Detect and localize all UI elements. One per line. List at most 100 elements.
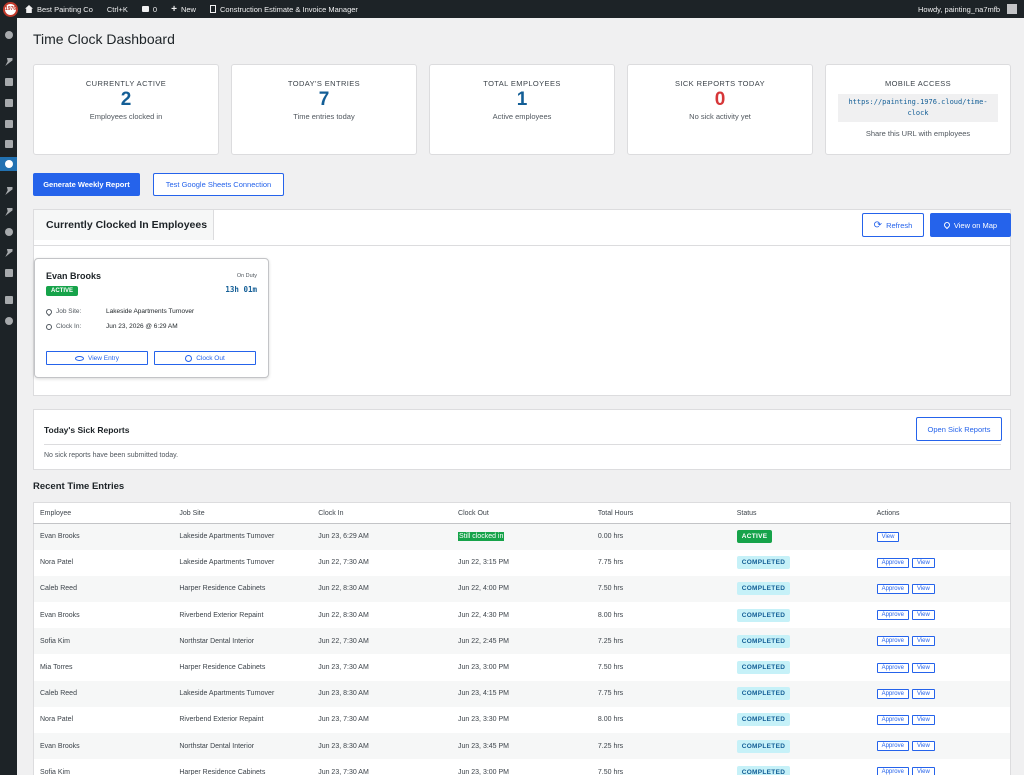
stat-value: 2 (120, 89, 132, 110)
menu-pages[interactable] (0, 96, 17, 110)
brush-icon (5, 187, 13, 195)
table-row: Evan Brooks Northstar Dental Interior Ju… (33, 733, 1011, 760)
comments-link[interactable]: 0 (135, 0, 164, 18)
pin-icon (5, 58, 13, 66)
approve-button[interactable]: Approve (876, 636, 909, 647)
view-on-map-button[interactable]: View on Map (930, 213, 1011, 237)
menu-play[interactable] (0, 314, 17, 328)
approve-button[interactable]: Approve (876, 557, 909, 568)
command-palette-link[interactable]: Ctrl+K (100, 0, 135, 18)
menu-plugins[interactable] (0, 205, 17, 219)
menu-appearance[interactable] (0, 184, 17, 198)
clock-in-value: Jun 23, 2026 @ 6:29 AM (106, 323, 178, 330)
generate-weekly-report-button[interactable]: Generate Weekly Report (33, 173, 140, 196)
view-entry-label: View Entry (88, 354, 119, 362)
menu-estimates[interactable] (0, 137, 17, 151)
account-menu[interactable]: Howdy, painting_na7mfb (911, 0, 1024, 18)
menu-tools[interactable] (0, 246, 17, 260)
plug-icon (5, 208, 13, 216)
approve-button[interactable]: Approve (876, 583, 909, 594)
approve-button[interactable]: Approve (876, 714, 909, 725)
view-button[interactable]: View (911, 636, 935, 647)
table-row: Caleb Reed Lakeside Apartments Turnover … (33, 680, 1011, 707)
stat-value: 1 (516, 89, 528, 110)
stat-subtext: Active employees (492, 112, 552, 121)
actions-cell: Approve View (870, 628, 1011, 655)
new-label: New (180, 4, 196, 14)
view-button[interactable]: View (911, 610, 935, 621)
approve-button[interactable]: Approve (876, 741, 909, 752)
menu-posts[interactable] (0, 55, 17, 69)
menu-comments[interactable] (0, 117, 17, 131)
comment-icon (141, 6, 149, 12)
view-entry-button[interactable]: View Entry (46, 351, 148, 365)
new-content-link[interactable]: + New (164, 0, 203, 18)
status-cell: COMPLETED (731, 654, 871, 680)
hours-cell: 7.75 hrs (591, 680, 731, 707)
test-google-sheets-button[interactable]: Test Google Sheets Connection (153, 173, 284, 196)
actions-cell: Approve View (870, 680, 1011, 707)
plugin-link[interactable]: Construction Estimate & Invoice Manager (203, 0, 365, 18)
open-sick-reports-button[interactable]: Open Sick Reports (916, 417, 1002, 441)
approve-button[interactable]: Approve (876, 662, 909, 673)
site-logo-icon[interactable]: 1976 (3, 1, 18, 17)
job-site-cell: Harper Residence Cabinets (179, 664, 266, 672)
clock-out-cell: Jun 22, 4:30 PM (458, 611, 510, 619)
approve-button[interactable]: Approve (876, 688, 909, 699)
view-button[interactable]: View (911, 583, 935, 594)
view-button[interactable]: View (911, 714, 935, 725)
avatar (1007, 4, 1017, 14)
status-badge: COMPLETED (736, 713, 791, 727)
approve-button[interactable]: Approve (876, 610, 909, 621)
view-button[interactable]: View (911, 662, 935, 673)
refresh-button[interactable]: ⟳ Refresh (862, 213, 924, 237)
actions-cell: Approve View (871, 707, 1011, 733)
employee-cell: Caleb Reed (33, 680, 174, 707)
menu-time-clock[interactable] (0, 157, 17, 171)
menu-media[interactable] (0, 75, 17, 89)
employee-cell: Evan Brooks (40, 611, 80, 619)
recent-entries-title: Recent Time Entries (33, 481, 125, 492)
clock-out-cell: Jun 22, 3:15 PM (458, 559, 510, 567)
clock-out-button[interactable]: Clock Out (154, 351, 256, 365)
stat-label: TOTAL EMPLOYEES (483, 79, 561, 88)
media-icon (4, 78, 13, 86)
employee-cell: Evan Brooks (33, 733, 174, 760)
admin-bar: 1976 Best Painting Co Ctrl+K 0 + New Con… (0, 0, 1024, 18)
table-row: Sofia Kim Northstar Dental Interior Jun … (33, 628, 1011, 655)
status-badge: COMPLETED (736, 739, 791, 753)
view-button[interactable]: View (911, 688, 935, 699)
stat-label: SICK REPORTS TODAY (674, 79, 765, 88)
menu-users[interactable] (0, 225, 17, 239)
sick-reports-title: Today's Sick Reports (44, 425, 130, 435)
approve-button[interactable]: Approve (876, 767, 909, 775)
settings-icon (4, 269, 13, 277)
menu-settings[interactable] (0, 266, 17, 280)
view-button[interactable]: View (911, 741, 935, 752)
menu-dashboard[interactable] (0, 28, 17, 42)
view-button[interactable]: View (911, 557, 935, 568)
column-header: Actions (870, 502, 1011, 524)
table-row: Mia Torres Harper Residence Cabinets Jun… (34, 654, 1011, 680)
clock-icon (185, 354, 193, 362)
view-button[interactable]: View (876, 531, 900, 542)
user-icon (4, 228, 13, 236)
hours-cell: 8.00 hrs (597, 611, 624, 619)
job-site-cell: Harper Residence Cabinets (179, 768, 266, 775)
hours-cell: 8.00 hrs (597, 716, 624, 724)
shortcut-label: Ctrl+K (106, 4, 128, 14)
mobile-url[interactable]: https://painting.1976.cloud/time-clock (838, 94, 998, 122)
site-name-link[interactable]: Best Painting Co (18, 0, 100, 18)
howdy-text: Howdy, painting_na7mfb (918, 4, 1000, 14)
page-title: Time Clock Dashboard (33, 31, 175, 47)
hours-cell: 7.50 hrs (597, 664, 624, 672)
view-button[interactable]: View (911, 767, 935, 775)
column-header: Clock Out (452, 502, 592, 524)
clock-in-cell: Jun 22, 7:30 AM (312, 628, 453, 655)
menu-mail[interactable] (0, 293, 17, 307)
status-cell: COMPLETED (730, 680, 871, 707)
employee-cell: Caleb Reed (33, 575, 174, 603)
table-row: Caleb Reed Harper Residence Cabinets Jun… (33, 575, 1011, 603)
actions-cell: Approve View (870, 733, 1011, 760)
table-row: Sofia Kim Harper Residence Cabinets Jun … (34, 759, 1011, 775)
